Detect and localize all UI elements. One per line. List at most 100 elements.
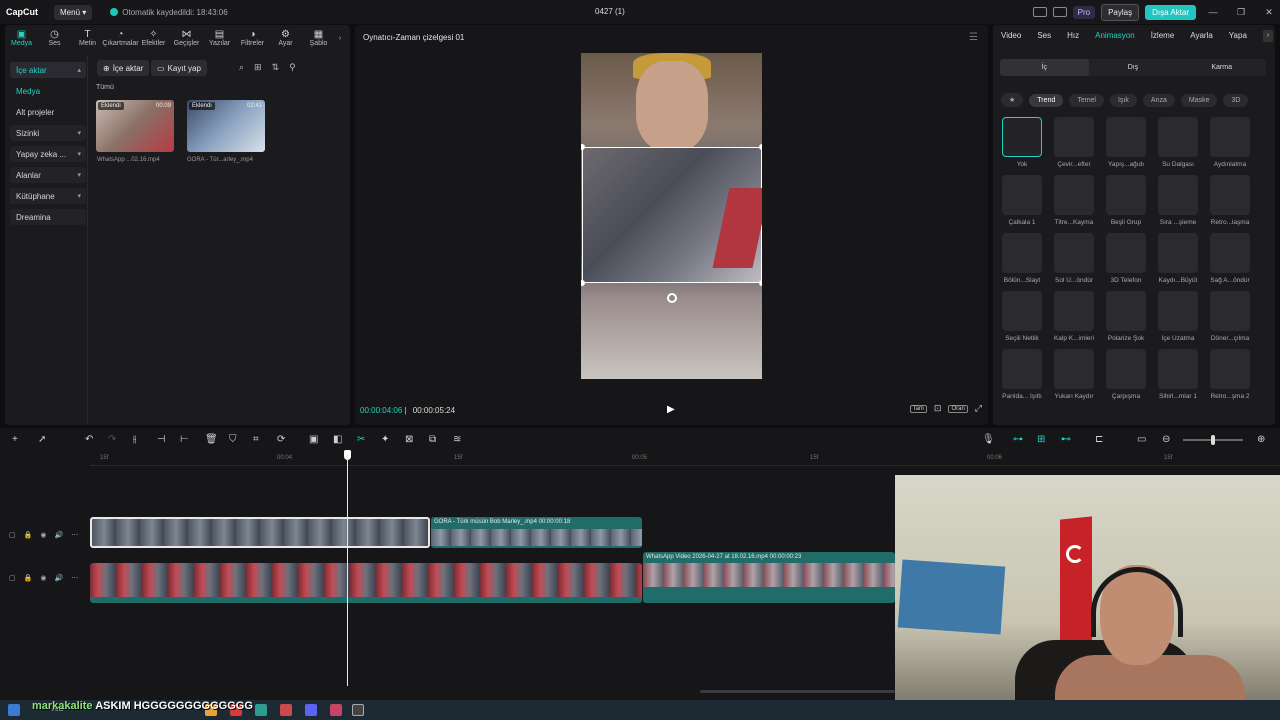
overlay-clip[interactable]: GORA - Türk müsün Bob Marley_.mp4 00:00:…	[431, 517, 642, 548]
tab-6[interactable]: Yapa	[1229, 31, 1247, 40]
mute-icon[interactable]: 🔊	[54, 574, 63, 582]
export-button[interactable]: Dışa Aktar	[1145, 4, 1196, 20]
tool-tab-5[interactable]: ⋈ Geçişler	[170, 25, 203, 51]
tab-5[interactable]: Ayarla	[1190, 31, 1213, 40]
lock-icon[interactable]: 🔒	[24, 574, 33, 582]
side-nav-item[interactable]: İçe aktar ▴	[10, 62, 86, 78]
side-nav-item[interactable]: Kütüphane ▾	[10, 188, 86, 204]
resize-handle[interactable]	[759, 144, 762, 150]
link-icon[interactable]: ⊞	[1037, 434, 1045, 445]
animation-preset[interactable]: Yapış...ağıdı	[1105, 117, 1147, 168]
menu-button[interactable]: Menü ▾	[54, 4, 93, 20]
tool-tab-8[interactable]: ⚙ Ayar	[269, 25, 302, 51]
tool-tab-3[interactable]: ◔ Çıkartmalar	[102, 25, 138, 51]
side-nav-item[interactable]: Alt projeler	[10, 104, 86, 120]
animation-preset[interactable]: Sihirl...mlar 1	[1157, 349, 1199, 400]
side-nav-item[interactable]: Sizinki ▾	[10, 125, 86, 141]
playhead[interactable]	[347, 454, 348, 686]
player-menu-icon[interactable]: ☰	[969, 32, 978, 43]
category-chip[interactable]: Maske	[1180, 93, 1218, 107]
delete-icon[interactable]: 🗑	[205, 434, 218, 445]
animation-preset[interactable]: Beşli Grup	[1105, 175, 1147, 226]
animation-preset[interactable]: Döner...çılma	[1209, 291, 1251, 342]
discord-icon[interactable]	[305, 704, 317, 716]
time-ruler[interactable]: 15f 00:04 15f 00:05 15f 00:06 15f	[90, 452, 1280, 466]
redo-icon[interactable]: ↷	[108, 434, 116, 445]
resize-handle[interactable]	[759, 280, 762, 286]
animation-preset[interactable]: Sıra ...şleme	[1157, 175, 1199, 226]
animation-preset[interactable]: Kaydı...Büyüt	[1157, 233, 1199, 284]
full-button[interactable]: Tam	[909, 404, 927, 413]
category-chip[interactable]: Anza	[1142, 93, 1175, 107]
segment-tab[interactable]: İç	[1000, 59, 1089, 76]
tab-1[interactable]: Ses	[1037, 31, 1051, 40]
record-button[interactable]: ▭ Kayıt yap	[151, 60, 207, 76]
filter-icon[interactable]: ⚲	[289, 62, 296, 73]
magic-icon[interactable]: ✦	[381, 434, 389, 445]
split-right-icon[interactable]: ⊢	[180, 434, 189, 445]
tool-tab-9[interactable]: ▦ Şablo	[302, 25, 335, 51]
tab-2[interactable]: Hız	[1067, 31, 1079, 40]
mask-icon[interactable]: ⊠	[405, 434, 413, 445]
share-button[interactable]: Paylaş	[1101, 3, 1140, 21]
tool-tab-2[interactable]: T Metin	[71, 25, 104, 51]
rotate-handle[interactable]	[667, 293, 677, 303]
close-icon[interactable]: ✕	[1258, 7, 1280, 18]
segment-tab[interactable]: Dış	[1089, 59, 1178, 76]
side-nav-item[interactable]: Dreamina	[10, 209, 86, 225]
tool-tab-6[interactable]: ▤ Yazılar	[203, 25, 236, 51]
side-nav-item[interactable]: Yapay zeka ... ▾	[10, 146, 86, 162]
animation-preset[interactable]: Bölün...Slayt	[1001, 233, 1043, 284]
add-track-icon[interactable]: +	[12, 434, 18, 445]
layout-icon[interactable]	[1032, 7, 1047, 17]
more-icon[interactable]: ⋯	[71, 574, 78, 582]
tab-0[interactable]: Video	[1001, 31, 1021, 40]
tabs-scroll-right-icon[interactable]: ›	[1263, 30, 1273, 42]
mirror-icon[interactable]: ◧	[333, 434, 342, 445]
animation-preset[interactable]: 3D Telefon	[1105, 233, 1147, 284]
audio-wave-icon[interactable]: ≋	[453, 434, 461, 445]
search-icon[interactable]: ⌕	[239, 62, 244, 73]
split-left-icon[interactable]: ⊣	[157, 434, 166, 445]
tab-4[interactable]: İzleme	[1151, 31, 1175, 40]
maximize-icon[interactable]: ❐	[1230, 7, 1252, 18]
segment-tab[interactable]: Karma	[1177, 59, 1266, 76]
zoom-out-icon[interactable]: ⊖	[1162, 434, 1170, 445]
screen-icon[interactable]: ▭	[1137, 434, 1146, 445]
animation-preset[interactable]: Titre...Kayma	[1053, 175, 1095, 226]
undo-icon[interactable]: ↶	[85, 434, 93, 445]
taskbar-app-icon[interactable]	[280, 704, 292, 716]
start-icon[interactable]	[8, 704, 20, 716]
transform-icon[interactable]: ⧉	[429, 434, 436, 445]
animation-preset[interactable]: Parılda... Işıltı	[1001, 349, 1043, 400]
animation-preset[interactable]: Yukarı Kaydır	[1053, 349, 1095, 400]
zoom-slider-knob[interactable]	[1211, 435, 1215, 445]
tool-tab-0[interactable]: ▣ Medya	[5, 25, 38, 51]
tool-tab-4[interactable]: ✧ Efektler	[137, 25, 170, 51]
freeze-icon[interactable]: ▣	[309, 434, 318, 445]
preview-axis-icon[interactable]: ⊷	[1061, 434, 1071, 445]
fit-icon[interactable]: ⊡	[934, 403, 942, 414]
minimize-icon[interactable]: —	[1202, 7, 1224, 17]
track-cover-icon[interactable]: ▢	[9, 531, 16, 539]
animation-preset[interactable]: Çarpışma	[1105, 349, 1147, 400]
animation-preset[interactable]: Sol Ü...öndür	[1053, 233, 1095, 284]
microphone-icon[interactable]: 🎙	[982, 434, 995, 445]
overlay-clip-selected[interactable]	[90, 517, 430, 548]
taskbar-app-icon[interactable]	[255, 704, 267, 716]
more-icon[interactable]: ⋯	[71, 531, 78, 539]
visibility-icon[interactable]: ◉	[40, 531, 46, 539]
category-chip[interactable]: Temel	[1069, 93, 1104, 107]
tool-tab-1[interactable]: ◷ Ses	[38, 25, 71, 51]
category-chip[interactable]: 3D	[1223, 93, 1249, 107]
sort-icon[interactable]: ⇅	[272, 62, 280, 73]
ai-cut-icon[interactable]: ✂	[357, 434, 365, 445]
media-item[interactable]: Eklendi 02:41	[187, 100, 265, 152]
visibility-icon[interactable]: ◉	[40, 574, 46, 582]
animation-preset[interactable]: Retro...laşma	[1209, 175, 1251, 226]
animation-preset[interactable]: Su Dalgası	[1157, 117, 1199, 168]
main-clip[interactable]	[90, 563, 642, 603]
animation-preset[interactable]: Retro...şma 2	[1209, 349, 1251, 400]
animation-preset[interactable]: Çalkala 1	[1001, 175, 1043, 226]
import-button[interactable]: ⊕ İçe aktar	[97, 60, 150, 76]
